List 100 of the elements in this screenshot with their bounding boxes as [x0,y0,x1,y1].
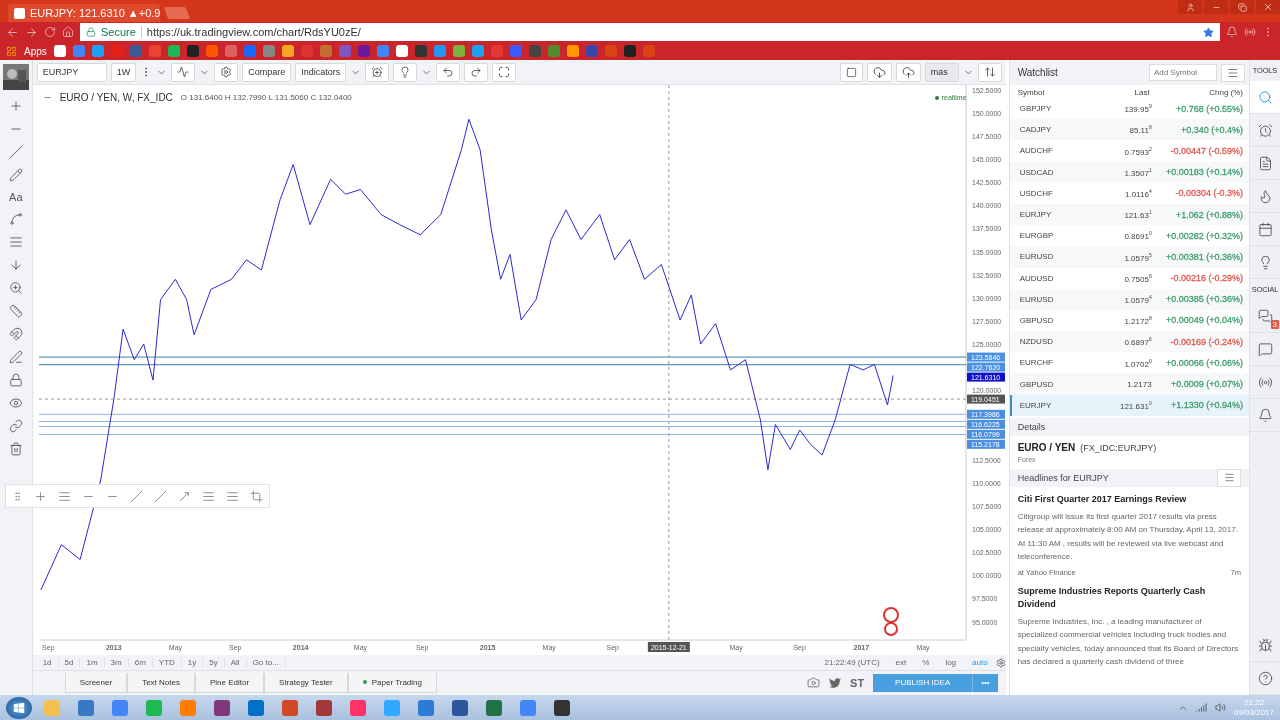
range-button[interactable]: 6m [128,658,153,667]
indicators-button[interactable]: Indicators [295,62,347,82]
watchlist-row[interactable]: NZDUSD 0.6897$^{6}$ -0.00169 (-0.24%) [1009,331,1249,353]
redo-icon[interactable] [470,66,483,79]
arrow-icon[interactable] [178,489,191,503]
symbol-field[interactable]: EURJPY [36,62,107,82]
magnet-icon[interactable] [8,327,23,341]
bookmark-icon[interactable] [395,45,408,57]
trash-icon[interactable] [8,442,23,456]
range-button[interactable]: 1y [181,658,204,667]
scale-option[interactable]: log [937,658,965,667]
watchlist-row[interactable]: USDCHF 1.0116$^{4}$ -0.00304 (-0.3%) [1009,182,1249,204]
signal-icon[interactable] [1195,702,1207,713]
panel-tab[interactable]: Pine Editor [194,672,265,693]
panel-tab[interactable]: Screener [64,672,128,693]
bookmark-icon[interactable] [414,45,427,57]
watchlist-row[interactable]: AUDUSD 0.7505$^{8}$ -0.00216 (-0.29%) [1009,267,1249,289]
bookmark-icon[interactable] [53,45,66,57]
watchlist-row[interactable]: GBPUSD 1.2172$^{8}$ +0.00049 (+0.04%) [1009,309,1249,332]
redo-button[interactable] [464,62,489,82]
taskbar-icon[interactable] [316,699,332,716]
ruler-icon[interactable] [8,304,23,318]
range-button[interactable]: All [224,658,247,667]
pen-icon[interactable] [8,350,23,364]
column-header[interactable]: Chng (%) [1149,88,1243,97]
bookmark-icon[interactable] [167,45,180,57]
menu-button[interactable] [1217,468,1241,487]
settings-icon[interactable] [995,657,1006,668]
chart-type-button[interactable] [171,62,196,82]
watchlist-row[interactable]: USDCAD 1.3507$^{1}$ +0.00183 (+0.14%) [1009,161,1249,183]
range-button[interactable]: 1d [36,658,59,667]
bookmark-icon[interactable] [623,45,636,57]
menu-button[interactable] [1221,63,1245,82]
levels-icon[interactable] [226,489,239,503]
undo-icon[interactable] [442,66,455,79]
zoom-icon[interactable] [8,281,23,295]
reload-icon[interactable] [44,26,56,38]
star-icon[interactable] [1203,26,1214,38]
watchlist-row[interactable]: CADJPY 85.11$^{8}$ +0.340 (+0.4%) [1009,119,1249,141]
crosshair-icon[interactable] [8,99,23,113]
tool-tab[interactable]: 3 [1250,300,1280,333]
bookmark-icon[interactable] [452,45,465,57]
ideas-button[interactable] [393,62,418,82]
alarm-icon[interactable] [371,66,384,79]
link-icon[interactable] [8,419,23,433]
range-button[interactable]: YTD [152,658,182,667]
add-symbol-field[interactable]: Add Symbol [1149,64,1217,81]
sort-icon[interactable] [983,66,996,79]
back-icon[interactable] [6,25,19,39]
alert-button[interactable] [365,62,390,82]
bookmark-icon[interactable] [186,45,199,57]
settings-icon[interactable] [220,66,233,79]
cloud-upload-icon[interactable] [901,65,915,79]
forward-icon[interactable] [25,25,38,39]
lock-icon[interactable] [8,373,23,387]
settings-button[interactable] [214,62,239,82]
user-icon[interactable] [1185,2,1195,12]
start-button[interactable] [6,696,32,719]
text-tool[interactable]: Aa [9,191,23,203]
extension-icon[interactable] [1244,26,1256,38]
apps-icon[interactable] [6,45,17,57]
watchlist-row[interactable]: GBPJPY 139.95$^{9}$ +0.768 (+0.55%) [1009,98,1249,120]
level-line[interactable] [38,434,967,436]
column-header[interactable]: Symbol [1017,88,1078,97]
stocktwits-label[interactable]: ST [850,676,865,689]
bookmark-icon[interactable] [281,45,294,57]
camera-icon[interactable] [807,676,821,690]
watchlist-row[interactable]: EURUSD 1.0579$^{4}$ +0.00385 (+0.36%) [1009,288,1249,310]
range-button[interactable]: 3m [104,658,129,667]
watchlist-row[interactable]: EURJPY 121.63$^{1}$ +1.062 (+0.88%) [1009,203,1249,226]
scale-option[interactable]: % [914,658,938,667]
range-button[interactable]: 1m [80,658,105,667]
range-button[interactable]: 5y [203,658,225,667]
watchlist-row[interactable]: AUDCHF 0.7593$^{2}$ -0.00447 (-0.59%) [1009,140,1249,162]
line-chart-icon[interactable] [177,66,190,79]
grip-icon[interactable] [12,490,23,502]
address-bar[interactable]: Secure https://uk.tradingview.com/chart/RdsYU0zE/ [80,23,1220,41]
trend-line-icon[interactable] [8,145,23,159]
home-icon[interactable] [62,26,74,38]
watchlist-row[interactable]: EURGBP 0.8691$^{0}$ +0.00282 (+0.32%) [1009,225,1249,247]
profile-button[interactable] [1178,0,1202,14]
menu-icon[interactable] [1223,472,1235,484]
menu-icon[interactable] [1227,66,1239,79]
column-header[interactable]: Last [1077,88,1150,97]
interval-button[interactable]: 1W [110,62,137,82]
volume-icon[interactable] [1214,702,1226,713]
twitter-icon[interactable] [829,676,842,689]
panel-tab[interactable]: Text Notes [127,672,195,693]
cloud-download-icon[interactable] [872,65,886,79]
channel-icon[interactable] [202,489,215,503]
restore-icon[interactable] [1237,2,1247,12]
trend-line-icon[interactable] [130,489,143,503]
sort-button[interactable] [977,62,1002,82]
scale-option[interactable]: ext [887,658,915,667]
load-button[interactable] [866,62,892,82]
square-icon[interactable] [845,66,857,78]
panel-tab[interactable]: Paper Trading [347,672,437,693]
eye-icon[interactable] [8,396,23,410]
restore-button[interactable] [1230,0,1254,14]
brush-icon[interactable] [8,168,23,182]
